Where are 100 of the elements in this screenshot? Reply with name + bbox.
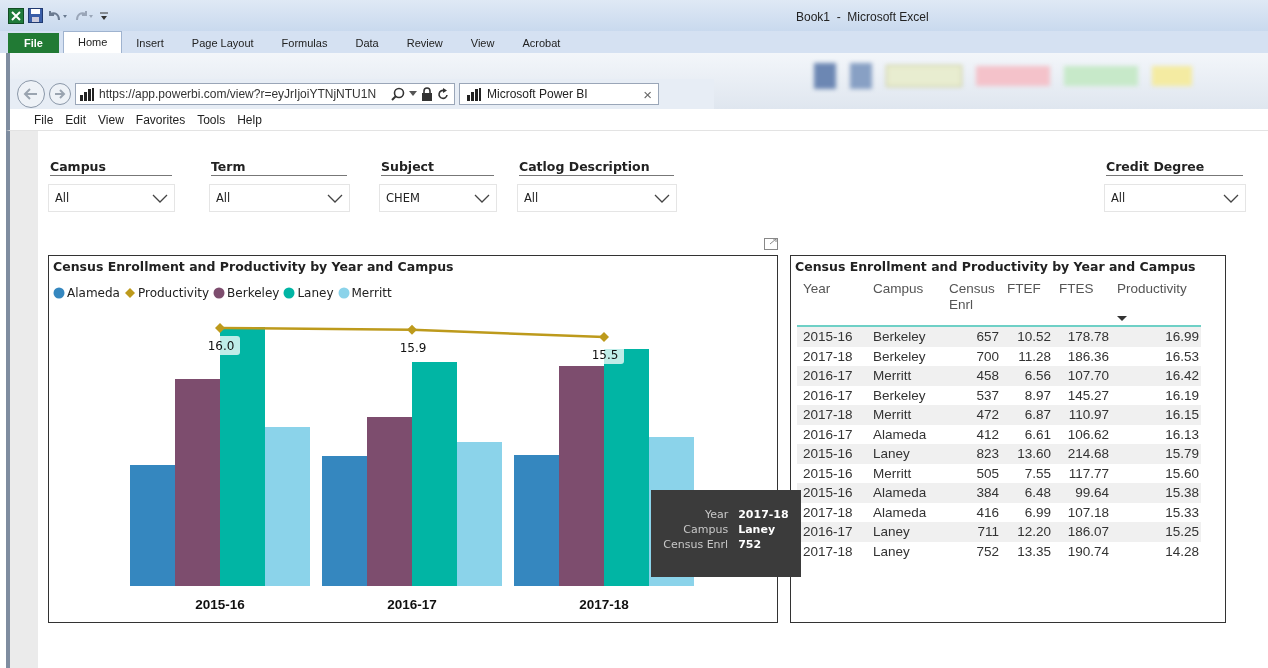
table-cell: 6.87	[1001, 405, 1053, 425]
table-cell: Merritt	[867, 463, 943, 483]
column-bar[interactable]	[322, 456, 367, 586]
table-cell: 15.79	[1111, 444, 1201, 464]
table-cell: Berkeley	[867, 385, 943, 405]
table-cell: 107.18	[1053, 502, 1111, 522]
address-bar[interactable]: https://app.powerbi.com/view?r=eyJrIjoiYTNjNTU1N	[75, 83, 455, 105]
save-icon[interactable]	[28, 8, 43, 23]
legend-label: Merritt	[351, 286, 392, 300]
ribbon-tab[interactable]: View	[456, 33, 509, 53]
table-cell: 2017-18	[797, 541, 867, 561]
menu-item[interactable]: Help	[231, 112, 268, 127]
slicer-label: Credit Degree	[1106, 159, 1243, 176]
table-cell: 8.97	[1001, 385, 1053, 405]
table-cell: Alameda	[867, 424, 943, 444]
menu-item[interactable]: File	[28, 112, 60, 127]
ribbon-tab[interactable]: Review	[392, 33, 457, 53]
table-cell: 6.48	[1001, 483, 1053, 503]
table-cell: 458	[943, 366, 1001, 386]
table-cell: 2016-17	[797, 385, 867, 405]
close-tab-button[interactable]: ×	[643, 85, 652, 103]
dropdown[interactable]: All	[209, 184, 350, 212]
ribbon-tab[interactable]: Acrobat	[508, 33, 575, 53]
refresh-icon[interactable]	[437, 87, 449, 101]
table-cell: 472	[943, 405, 1001, 425]
table-cell: 2015-16	[797, 463, 867, 483]
file-tab[interactable]: File	[8, 33, 59, 53]
column-bar[interactable]	[265, 427, 310, 586]
ribbon-tab[interactable]: Page Layout	[177, 33, 268, 53]
menu-item[interactable]: Favorites	[129, 112, 192, 127]
table-cell: 178.78	[1053, 326, 1111, 347]
menu-item[interactable]: Tools	[191, 112, 232, 127]
chevron-down-icon	[1223, 193, 1239, 203]
table-cell: 99.64	[1053, 483, 1111, 503]
table-cell: 6.99	[1001, 502, 1053, 522]
slicer-label: Catlog Description	[519, 159, 674, 176]
table-cell: 15.60	[1111, 463, 1201, 483]
chevron-down-icon	[152, 193, 168, 203]
axis-label: 2015-16	[195, 597, 245, 612]
column-bar[interactable]	[130, 465, 175, 586]
ribbon-tab[interactable]: Formulas	[267, 33, 342, 53]
tooltip-value: 752	[738, 538, 763, 551]
column-bar[interactable]	[175, 379, 220, 586]
data-label: 15.9	[399, 340, 427, 355]
url-text: https://app.powerbi.com/view?r=eyJrIjoiYTNjNTU1N	[99, 87, 378, 101]
ribbon-tab[interactable]: Home	[62, 31, 123, 53]
table-cell: 14.28	[1111, 541, 1201, 561]
table-cell: 106.62	[1053, 424, 1111, 444]
column-bar[interactable]	[514, 455, 559, 586]
table-cell: 823	[943, 444, 1001, 464]
chevron-down-icon	[327, 193, 343, 203]
table-cell: 2017-18	[797, 502, 867, 522]
spreadsheet-icon[interactable]	[8, 7, 24, 24]
tooltip-label: Year	[703, 508, 729, 521]
column-bar[interactable]	[367, 417, 412, 586]
dropdown[interactable]: All	[48, 184, 175, 212]
blurred-ribbon-icon	[850, 63, 872, 89]
table-cell: 16.53	[1111, 346, 1201, 366]
menu-item[interactable]: View	[92, 112, 130, 127]
slicer-label: Term	[211, 159, 347, 176]
search-icon[interactable]	[391, 87, 405, 101]
axis-label: 2016-17	[387, 597, 437, 612]
ribbon-tab[interactable]: Insert	[122, 33, 178, 53]
data-label: 15.5	[591, 348, 619, 362]
table-cell: 11.28	[1001, 346, 1053, 366]
table-cell: 10.52	[1001, 326, 1053, 347]
table-cell: 214.68	[1053, 444, 1111, 464]
slicer-label: Campus	[50, 159, 172, 176]
menu-item[interactable]: Edit	[59, 112, 93, 127]
dropdown[interactable]: CHEM	[379, 184, 497, 212]
ribbon-tab[interactable]: Data	[341, 33, 393, 53]
table-cell: 16.13	[1111, 424, 1201, 444]
data-label: 15.9	[394, 337, 432, 357]
focus-mode-icon[interactable]	[764, 238, 778, 250]
table-cell: 16.42	[1111, 366, 1201, 386]
axis-label: 2017-18	[579, 597, 629, 612]
column-bar[interactable]	[457, 442, 502, 586]
column-bar[interactable]	[559, 366, 604, 586]
column-bar[interactable]	[412, 362, 457, 586]
table-cell: 186.07	[1053, 522, 1111, 542]
table-cell: 15.33	[1111, 502, 1201, 522]
window-title: Book1 - Microsoft Excel	[796, 10, 929, 24]
table-cell: 2015-16	[797, 483, 867, 503]
dropdown-icon[interactable]	[409, 91, 417, 97]
table-cell: 15.25	[1111, 522, 1201, 542]
table-cell: 412	[943, 424, 1001, 444]
bar-chart-icon	[466, 87, 482, 101]
table-cell: 2017-18	[797, 346, 867, 366]
blurred-style-swatch	[1152, 66, 1192, 86]
dropdown[interactable]: All	[1104, 184, 1246, 212]
tooltip-label: Census Enrl	[662, 538, 729, 551]
slicer-label: Subject	[381, 159, 494, 176]
chart-title: Census Enrollment and Productivity by Year and Campus	[52, 258, 455, 274]
table-cell: 657	[943, 326, 1001, 347]
back-icon[interactable]	[16, 79, 46, 109]
forward-icon[interactable]	[48, 82, 72, 106]
table-cell: 2016-17	[797, 366, 867, 386]
browser-tab[interactable]: Microsoft Power BI ×	[459, 83, 659, 105]
dropdown[interactable]: All	[517, 184, 677, 212]
customize-menu-icon[interactable]	[99, 9, 109, 22]
